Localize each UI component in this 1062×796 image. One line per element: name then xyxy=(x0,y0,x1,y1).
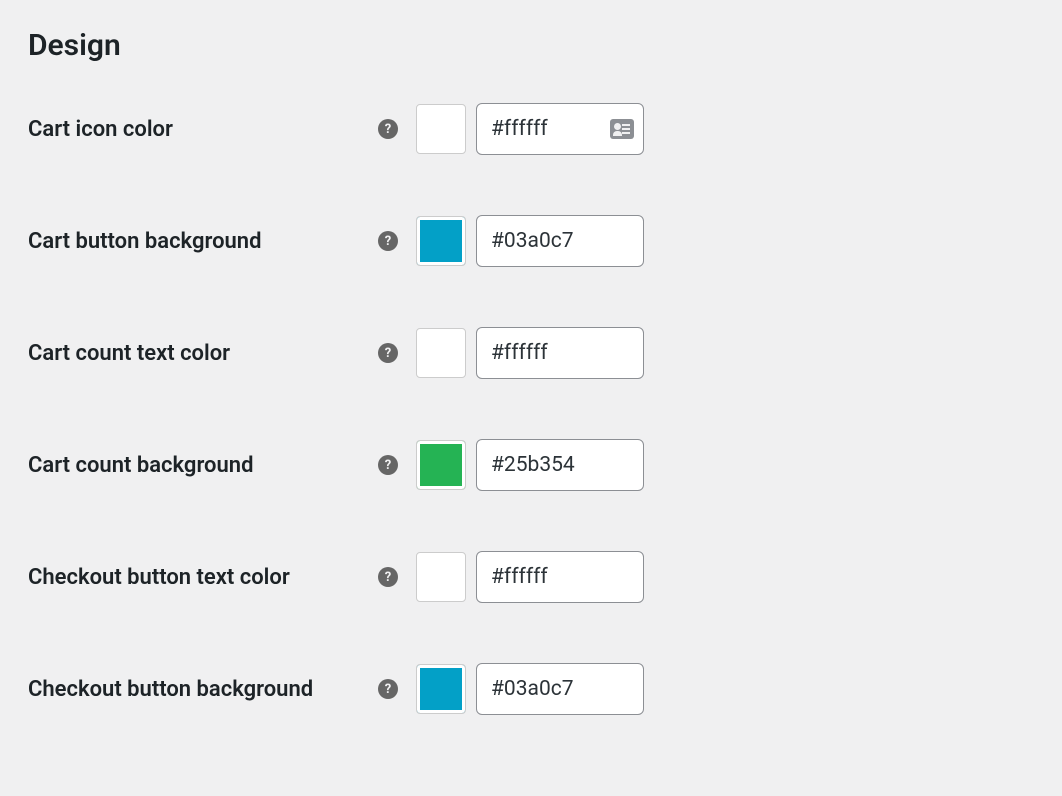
color-input-checkout-button-text-color[interactable] xyxy=(476,551,644,603)
color-input-cart-count-text-color[interactable] xyxy=(476,327,644,379)
row-checkout-button-background: Checkout button background ? xyxy=(28,663,1034,715)
row-cart-button-background: Cart button background ? xyxy=(28,215,1034,267)
color-swatch[interactable] xyxy=(416,552,466,602)
color-swatch[interactable] xyxy=(416,440,466,490)
section-heading: Design xyxy=(28,28,1034,63)
label-cart-count-text-color: Cart count text color xyxy=(28,341,378,366)
color-swatch[interactable] xyxy=(416,664,466,714)
label-checkout-button-text-color: Checkout button text color xyxy=(28,565,378,590)
help-icon[interactable]: ? xyxy=(378,119,398,139)
row-checkout-button-text-color: Checkout button text color ? xyxy=(28,551,1034,603)
label-checkout-button-background: Checkout button background xyxy=(28,677,378,702)
color-input-checkout-button-background[interactable] xyxy=(476,663,644,715)
autofill-icon[interactable] xyxy=(610,119,634,139)
help-icon[interactable]: ? xyxy=(378,231,398,251)
color-swatch[interactable] xyxy=(416,216,466,266)
help-icon[interactable]: ? xyxy=(378,455,398,475)
help-icon[interactable]: ? xyxy=(378,343,398,363)
row-cart-icon-color: Cart icon color ? xyxy=(28,103,1034,155)
label-cart-button-background: Cart button background xyxy=(28,229,378,254)
design-settings-table: Cart icon color ? Cart button background… xyxy=(28,103,1034,715)
color-input-cart-count-background[interactable] xyxy=(476,439,644,491)
row-cart-count-text-color: Cart count text color ? xyxy=(28,327,1034,379)
color-input-cart-button-background[interactable] xyxy=(476,215,644,267)
row-cart-count-background: Cart count background ? xyxy=(28,439,1034,491)
label-cart-icon-color: Cart icon color xyxy=(28,117,378,142)
color-swatch[interactable] xyxy=(416,328,466,378)
help-icon[interactable]: ? xyxy=(378,567,398,587)
help-icon[interactable]: ? xyxy=(378,679,398,699)
color-swatch[interactable] xyxy=(416,104,466,154)
label-cart-count-background: Cart count background xyxy=(28,453,378,478)
